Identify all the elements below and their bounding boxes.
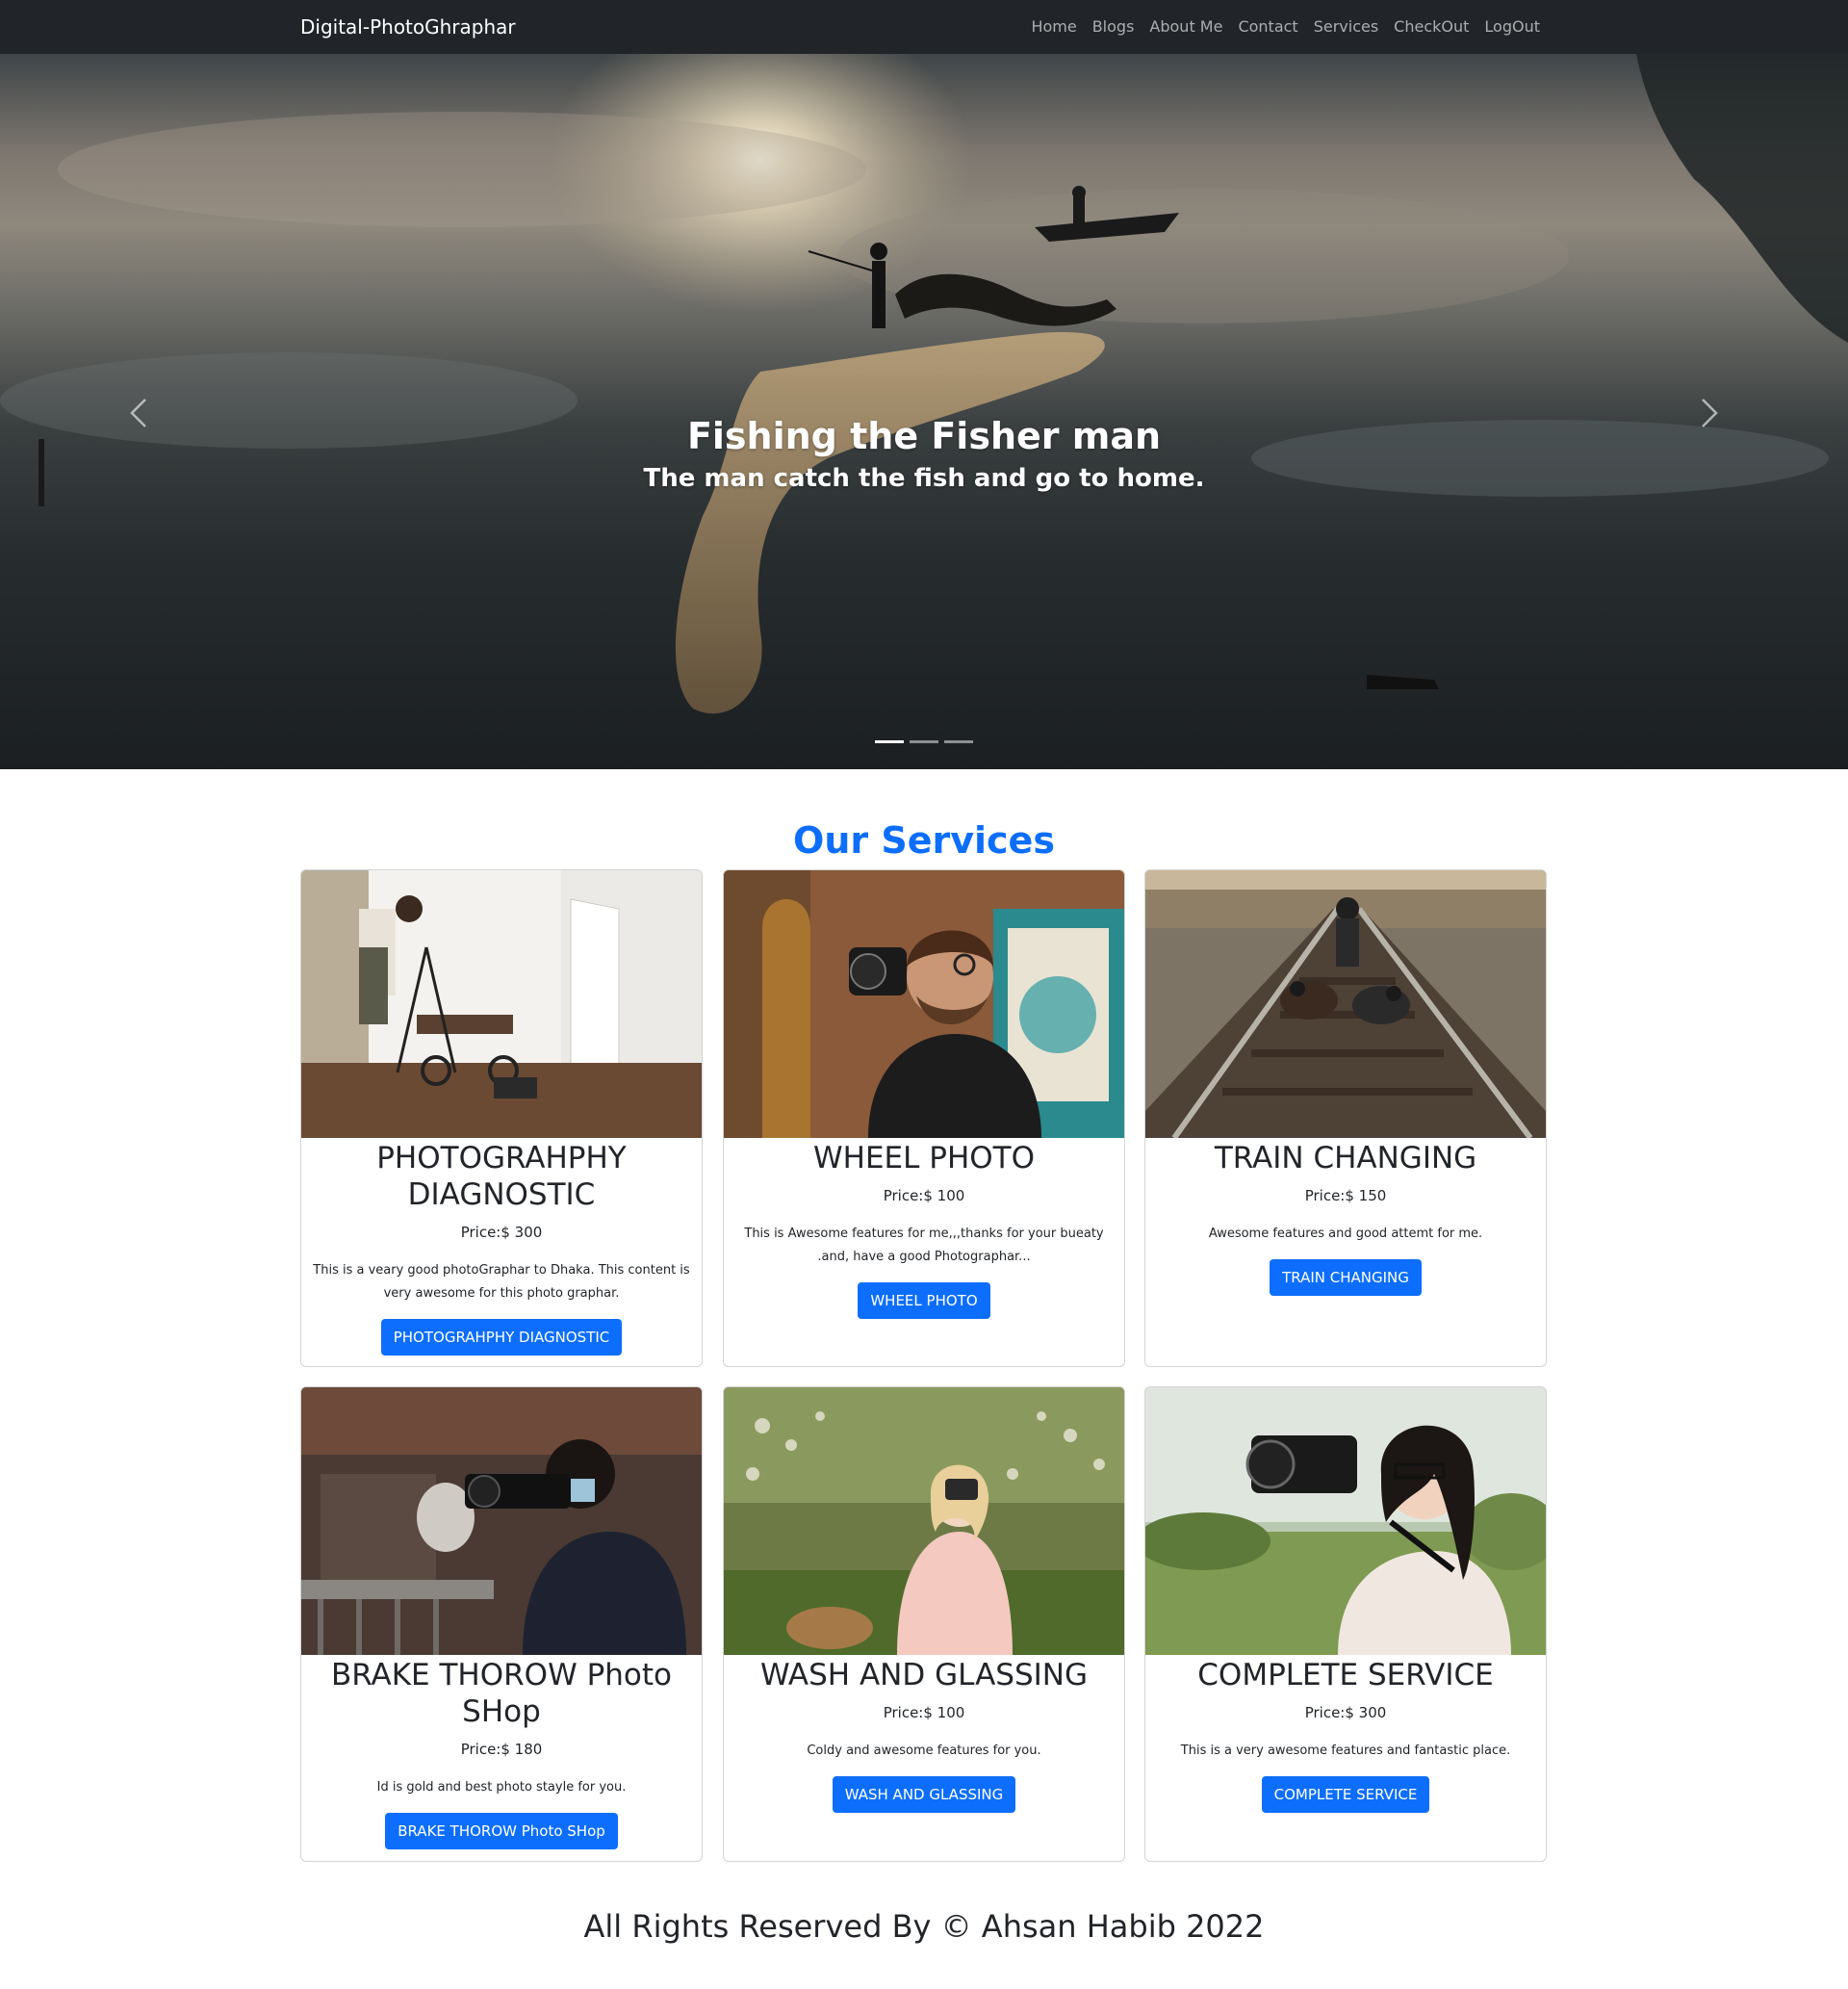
carousel-indicator-2[interactable]: [910, 740, 938, 743]
service-card: WASH AND GLASSING Price:$ 100 Coldy and …: [723, 1386, 1125, 1862]
service-card-price: Price:$ 300: [1304, 1704, 1387, 1721]
service-card-price: Price:$ 180: [460, 1741, 543, 1758]
service-card-description: Id is gold and best photo stayle for you…: [376, 1780, 627, 1795]
service-card-image: [724, 1387, 1124, 1655]
service-card-description: This is a very awesome features and fant…: [1180, 1744, 1511, 1758]
service-card-title: COMPLETE SERVICE: [1197, 1658, 1494, 1692]
nav-link-home[interactable]: Home: [1031, 17, 1076, 37]
footer-copyright: All Rights Reserved By © Ahsan Habib 202…: [583, 1908, 1265, 1945]
service-card-description: Awesome features and good attemt for me.: [1208, 1227, 1483, 1241]
nav-link-blogs[interactable]: Blogs: [1092, 17, 1135, 37]
service-card-button[interactable]: TRAIN CHANGING: [1270, 1259, 1422, 1296]
service-card-price: Price:$ 150: [1304, 1187, 1387, 1204]
service-card-button[interactable]: WASH AND GLASSING: [832, 1776, 1016, 1813]
carousel-indicator-1[interactable]: [875, 740, 904, 743]
nav-link-about-me[interactable]: About Me: [1149, 17, 1222, 37]
service-card-description: This is Awesome features for me,,,thanks…: [744, 1227, 1104, 1264]
service-card-price: Price:$ 100: [883, 1704, 965, 1721]
carousel-caption: Fishing the Fisher man The man catch the…: [0, 412, 1848, 495]
services-heading: Our Services: [793, 819, 1055, 862]
service-card-title: BRAKE THOROW Photo SHop: [330, 1658, 673, 1729]
service-card-title: PHOTOGRAHPHY DIAGNOSTIC: [376, 1141, 627, 1212]
service-card: TRAIN CHANGING Price:$ 150 Awesome featu…: [1144, 869, 1547, 1367]
nav-links: Home Blogs About Me Contact Services Che…: [1031, 17, 1540, 37]
service-card-image: [301, 870, 702, 1138]
service-card-image: [1145, 870, 1546, 1138]
service-card-image: [724, 870, 1124, 1138]
navbar: Digital-PhotoGhraphar Home Blogs About M…: [0, 0, 1848, 54]
service-card-image: [301, 1387, 702, 1655]
brand-logo[interactable]: Digital-PhotoGhraphar: [300, 15, 516, 39]
service-card: PHOTOGRAHPHY DIAGNOSTIC Price:$ 300 This…: [300, 869, 703, 1367]
service-card-button[interactable]: BRAKE THOROW Photo SHop: [385, 1813, 618, 1849]
service-card: BRAKE THOROW Photo SHop Price:$ 180 Id i…: [300, 1386, 703, 1862]
service-card-button[interactable]: WHEEL PHOTO: [858, 1282, 990, 1319]
service-card-title: TRAIN CHANGING: [1214, 1141, 1477, 1175]
service-card-title: WASH AND GLASSING: [759, 1658, 1089, 1692]
carousel-caption-text: The man catch the fish and go to home.: [643, 464, 1205, 493]
carousel-indicators: [0, 740, 1848, 743]
nav-link-services[interactable]: Services: [1314, 17, 1378, 37]
service-card: COMPLETE SERVICE Price:$ 300 This is a v…: [1144, 1386, 1547, 1862]
nav-link-contact[interactable]: Contact: [1238, 17, 1297, 37]
service-card-button[interactable]: PHOTOGRAHPHY DIAGNOSTIC: [380, 1319, 623, 1356]
nav-link-checkout[interactable]: CheckOut: [1394, 17, 1469, 37]
carousel-indicator-3[interactable]: [944, 740, 973, 743]
service-card-price: Price:$ 300: [460, 1224, 543, 1241]
service-card-image: [1145, 1387, 1546, 1655]
carousel-caption-title: Fishing the Fisher man: [686, 415, 1162, 457]
service-card-price: Price:$ 100: [883, 1187, 965, 1204]
hero-carousel: Fishing the Fisher man The man catch the…: [0, 54, 1848, 769]
service-card-description: This is a veary good photoGraphar to Dha…: [313, 1263, 690, 1301]
nav-link-logout[interactable]: LogOut: [1484, 17, 1540, 37]
service-card: WHEEL PHOTO Price:$ 100 This is Awesome …: [723, 869, 1125, 1367]
service-card-button[interactable]: COMPLETE SERVICE: [1261, 1776, 1430, 1813]
service-card-title: WHEEL PHOTO: [812, 1141, 1035, 1175]
service-card-description: Coldy and awesome features for you.: [807, 1744, 1041, 1758]
